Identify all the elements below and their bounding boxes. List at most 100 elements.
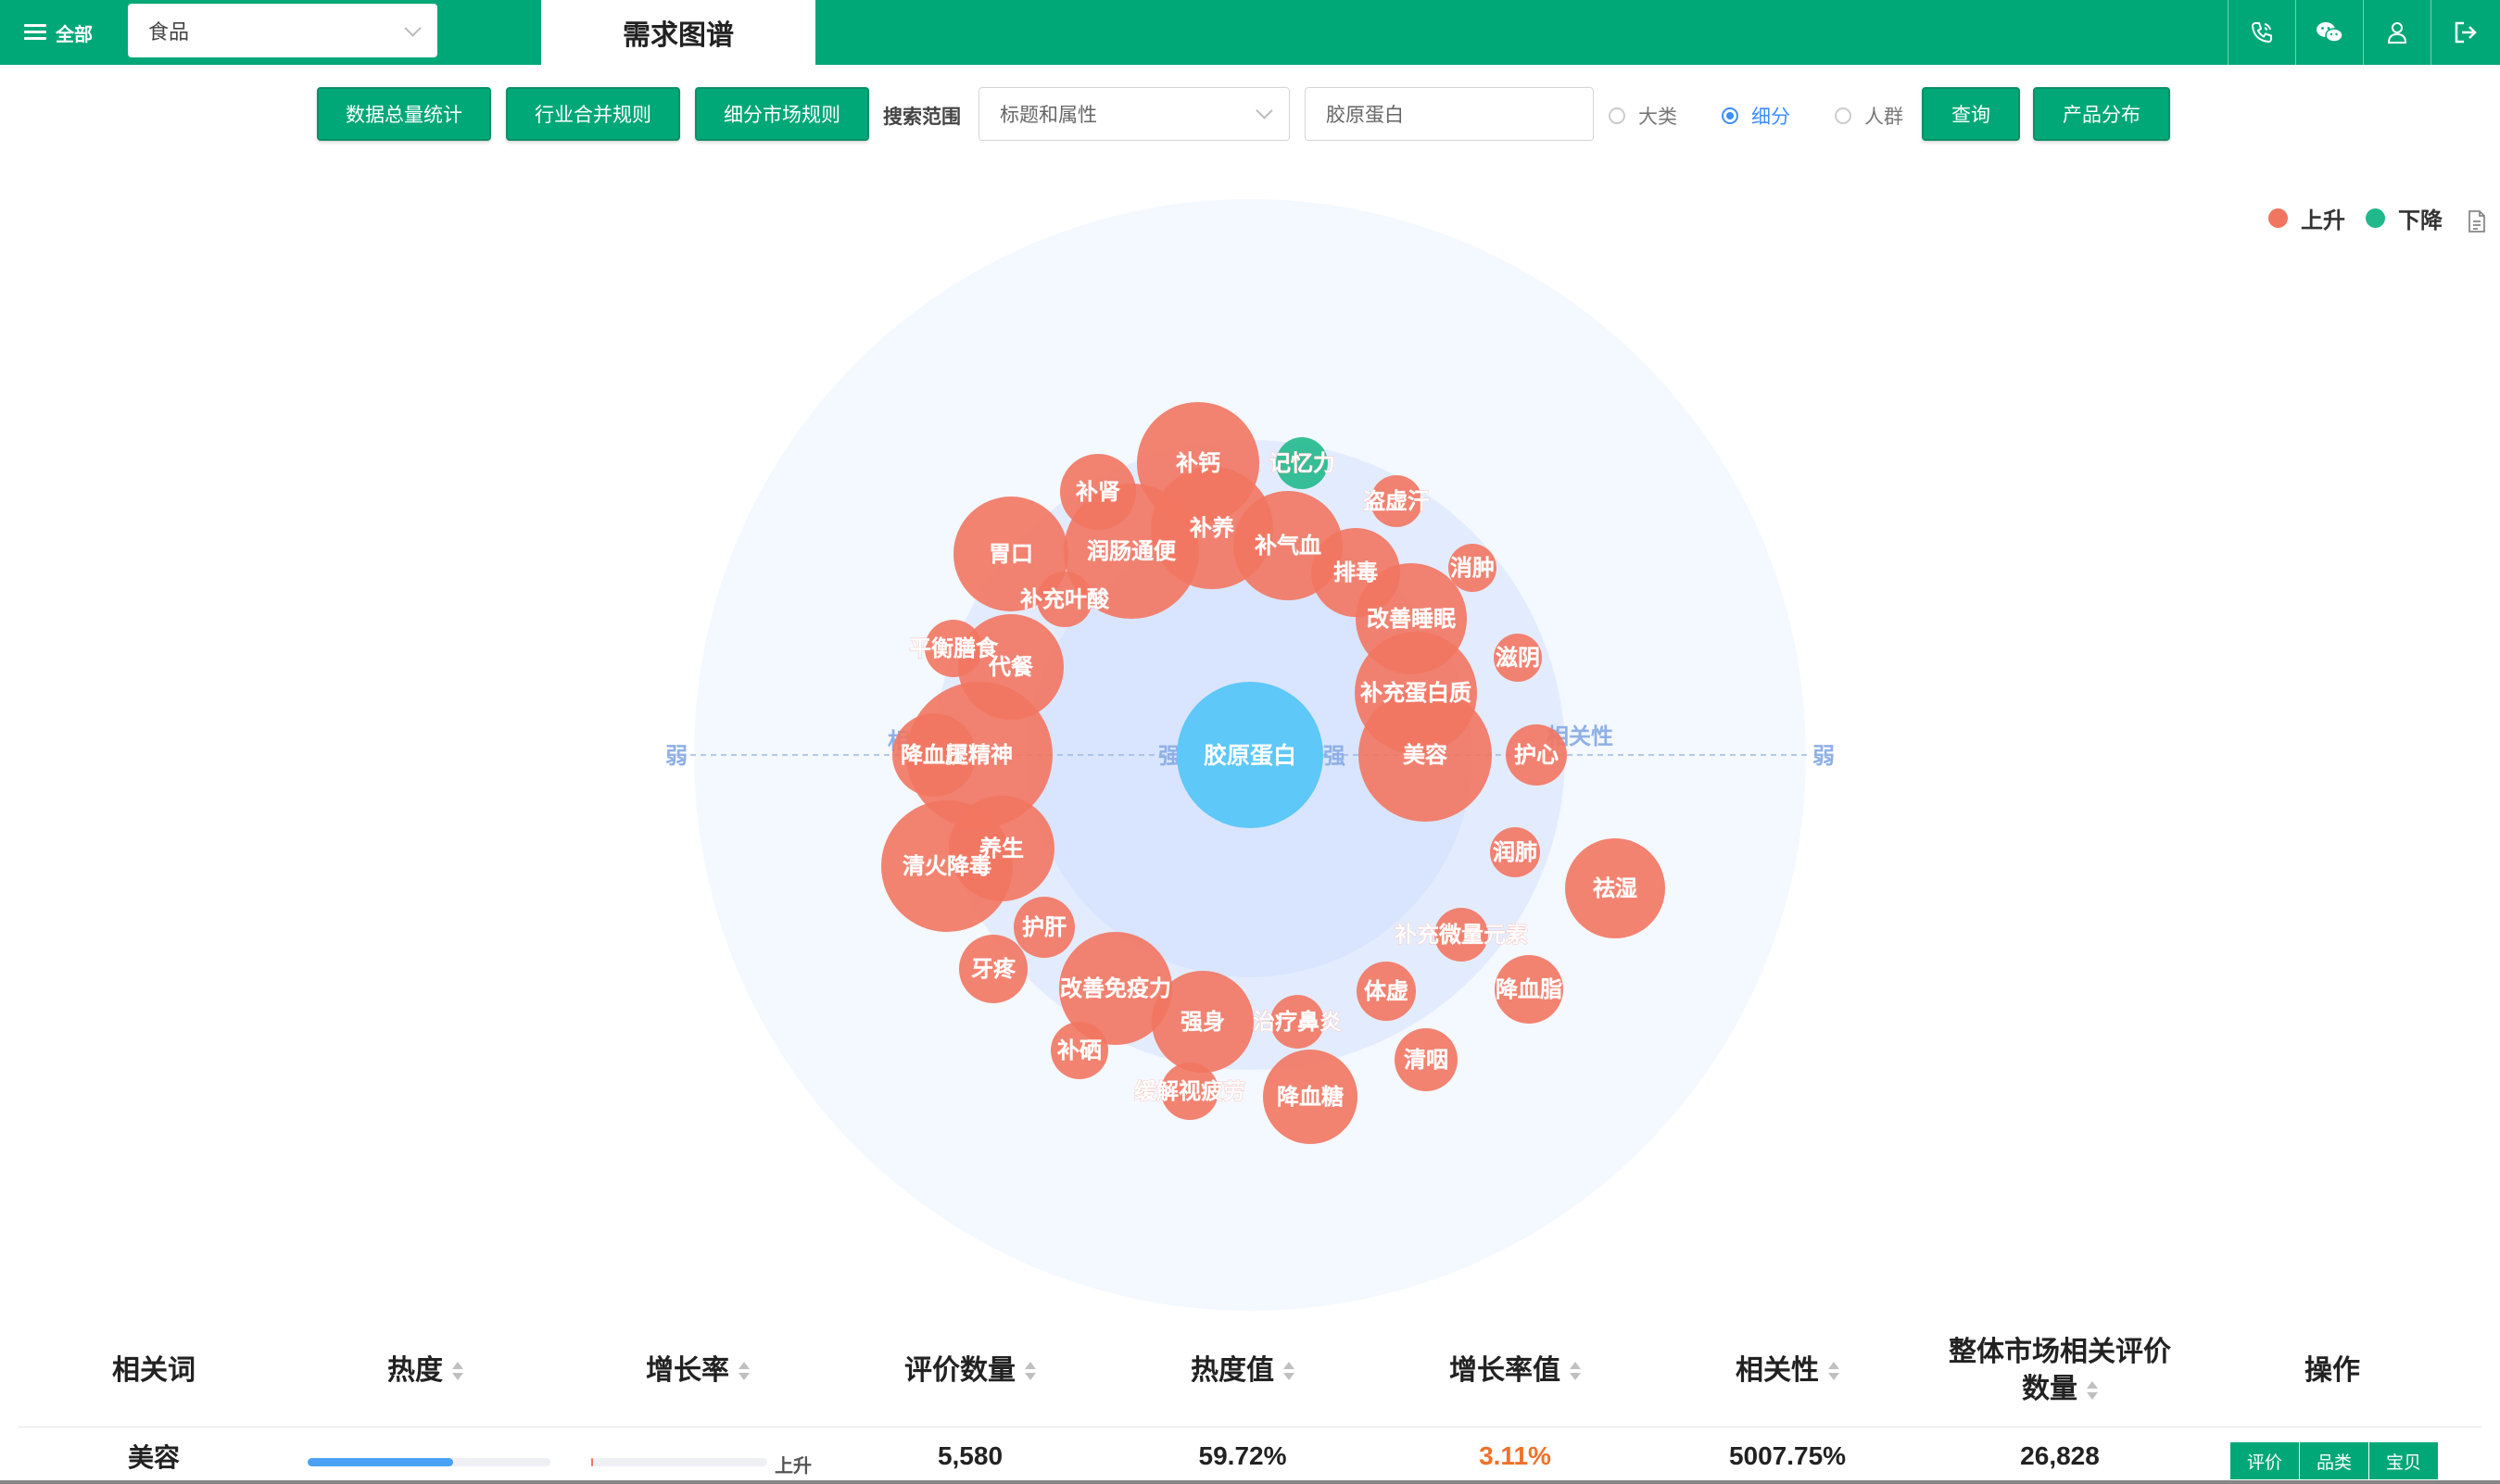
sort-icon[interactable]	[452, 1362, 463, 1380]
bubble-记忆力[interactable]	[1276, 437, 1328, 489]
radio-segment-label: 细分	[1751, 107, 1790, 128]
bubble-盗虚汗[interactable]	[1370, 475, 1422, 527]
search-scope-value: 标题和属性	[1000, 105, 1097, 126]
search-toolbar: 数据总量统计 行业合并规则 细分市场规则 搜索范围 标题和属性 胶原蛋白 大类 …	[0, 87, 2500, 143]
bubble-消肿[interactable]	[1448, 544, 1496, 592]
sort-icon[interactable]	[1283, 1362, 1294, 1380]
column-header-growth-value[interactable]: 增长率值	[1379, 1315, 1651, 1427]
bubble-护肝[interactable]	[1014, 897, 1075, 958]
column-header-relevance[interactable]: 相关性	[1651, 1315, 1924, 1427]
wechat-button[interactable]	[2295, 0, 2363, 65]
category-action-button[interactable]: 品类	[2300, 1442, 2370, 1479]
reviews-action-button[interactable]: 评价	[2230, 1442, 2301, 1479]
bottom-divider	[0, 1480, 2500, 1484]
bubble-降血糖[interactable]	[1263, 1050, 1357, 1144]
bubble-降血脂[interactable]	[1495, 955, 1563, 1024]
legend-down-swatch	[2366, 208, 2385, 228]
tab-demand-graph[interactable]: 需求图谱	[541, 0, 815, 65]
bubble-养生[interactable]	[949, 796, 1054, 901]
bubble-护心[interactable]	[1506, 724, 1567, 786]
chevron-down-icon	[1256, 102, 1273, 119]
bubble-缓解视疲劳[interactable]	[1161, 1063, 1218, 1120]
keyword-input[interactable]: 胶原蛋白	[1305, 87, 1594, 141]
column-header-relevance-label: 相关性	[1736, 1355, 1819, 1386]
sort-icon[interactable]	[1570, 1362, 1581, 1380]
growth-progress-bar	[591, 1458, 767, 1466]
query-label: 查询	[1951, 105, 1990, 126]
bubble-牙疼[interactable]	[959, 935, 1028, 1003]
column-header-ops: 操作	[2196, 1315, 2468, 1427]
bubble-补硒[interactable]	[1051, 1022, 1108, 1079]
column-header-growth[interactable]: 增长率	[562, 1315, 834, 1427]
cell-reviews: 5,580	[937, 1440, 1004, 1470]
all-menu-label: 全部	[56, 24, 93, 45]
bubble-滋阴[interactable]	[1494, 634, 1542, 682]
logout-button[interactable]	[2431, 0, 2500, 65]
wechat-icon	[2317, 22, 2343, 43]
bubble-体虚[interactable]	[1357, 962, 1416, 1021]
category-select[interactable]: 食品	[128, 4, 437, 57]
search-scope-select[interactable]: 标题和属性	[979, 87, 1290, 141]
bubble-润肺[interactable]	[1490, 827, 1540, 877]
logout-icon	[2455, 21, 2477, 44]
chart-legend: 上升 下降	[2268, 202, 2487, 234]
keyword-input-value: 胶原蛋白	[1326, 105, 1404, 126]
cell-growth-value: 3.11%	[1479, 1440, 1551, 1470]
column-header-heat-value-label: 热度值	[1191, 1355, 1274, 1386]
bubble-清咽[interactable]	[1395, 1028, 1458, 1091]
legend-up-swatch	[2268, 208, 2288, 228]
bubble-补充微量元素[interactable]	[1434, 908, 1488, 962]
table-row[interactable]: 美容 5,580 59.72% 3.11% 5007.75% 26,828	[19, 1427, 2481, 1484]
cell-relevance: 5007.75%	[1728, 1440, 1847, 1470]
user-button[interactable]	[2363, 0, 2431, 65]
bubble-降血压[interactable]	[892, 713, 976, 797]
bubble-补充叶酸[interactable]	[1037, 572, 1092, 627]
all-menu-button[interactable]: 全部	[24, 17, 93, 48]
top-icon-group	[2228, 0, 2500, 65]
bubble-美容[interactable]	[1358, 688, 1492, 822]
row-actions: 评价 品类 宝贝	[2230, 1442, 2440, 1479]
bubble-祛湿[interactable]	[1565, 838, 1665, 938]
document-icon[interactable]	[2467, 209, 2487, 233]
column-header-market-reviews[interactable]: 整体市场相关评价 数量	[1924, 1315, 2196, 1427]
column-header-market-reviews-line2: 数量	[2022, 1374, 2077, 1404]
product-distribution-button[interactable]: 产品分布	[2033, 87, 2170, 141]
axis-label-right: 弱	[1812, 744, 1835, 769]
column-header-heat[interactable]: 热度	[289, 1315, 562, 1427]
hamburger-icon	[24, 24, 46, 41]
legend-up-label: 上升	[2301, 208, 2345, 233]
heat-progress-fill	[308, 1458, 454, 1466]
radio-checked-icon	[1722, 107, 1738, 124]
items-action-button[interactable]: 宝贝	[2369, 1442, 2440, 1479]
bubble-强身[interactable]	[1152, 971, 1254, 1073]
column-header-ops-label: 操作	[2304, 1355, 2360, 1386]
sort-icon[interactable]	[739, 1362, 750, 1380]
phone-icon	[2251, 22, 2272, 44]
column-header-growth-label: 增长率	[646, 1355, 729, 1386]
sort-icon[interactable]	[2087, 1381, 2098, 1401]
column-header-reviews[interactable]: 评价数量	[834, 1315, 1106, 1427]
segment-market-rules-button[interactable]: 细分市场规则	[695, 87, 869, 141]
category-select-value: 食品	[148, 20, 190, 44]
data-total-stats-button[interactable]: 数据总量统计	[317, 87, 491, 141]
column-header-growth-value-label: 增长率值	[1449, 1355, 1560, 1386]
sort-icon[interactable]	[1025, 1362, 1036, 1380]
radio-circle-icon	[1609, 107, 1625, 124]
sort-icon[interactable]	[1828, 1362, 1839, 1380]
radio-major-category[interactable]: 大类	[1609, 102, 1677, 130]
cell-market-reviews: 26,828	[2020, 1440, 2100, 1470]
table-header: 相关词 热度 增长率 评价数量 热度值 增长率值 相关性 整体市场相关评价 数量…	[19, 1315, 2481, 1427]
column-header-heat-value[interactable]: 热度值	[1106, 1315, 1379, 1427]
industry-merge-rules-button[interactable]: 行业合并规则	[506, 87, 680, 141]
page-tab-label: 需求图谱	[623, 20, 734, 51]
bubble-治疗鼻炎[interactable]	[1270, 995, 1324, 1049]
radio-crowd[interactable]: 人群	[1835, 102, 1903, 130]
radio-segment[interactable]: 细分	[1722, 102, 1790, 130]
phone-button[interactable]	[2228, 0, 2295, 65]
radio-circle-icon	[1835, 107, 1851, 124]
industry-merge-rules-label: 行业合并规则	[535, 105, 651, 126]
product-distribution-label: 产品分布	[2063, 105, 2140, 126]
query-button[interactable]: 查询	[1922, 87, 2020, 141]
center-bubble[interactable]	[1177, 682, 1323, 828]
axis-label-left: 弱	[665, 744, 688, 769]
